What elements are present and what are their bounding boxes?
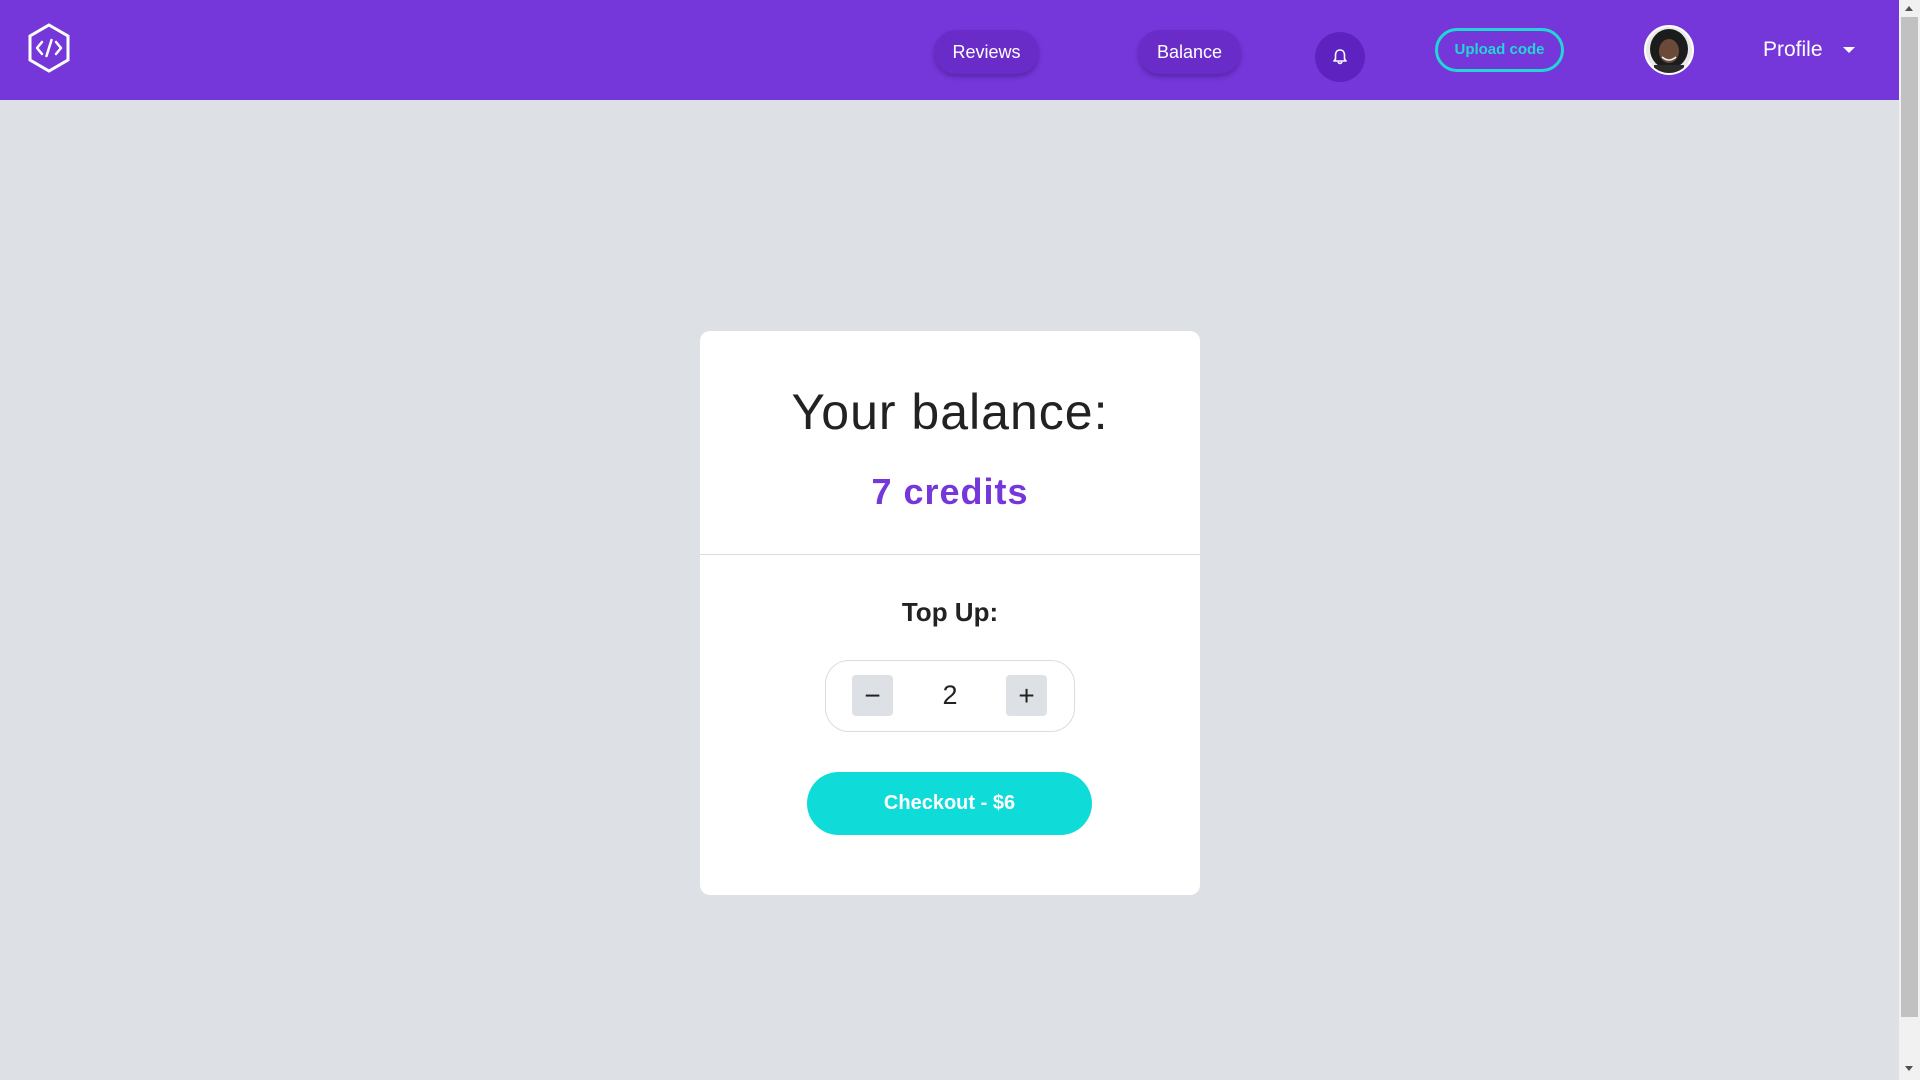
vertical-scrollbar[interactable]: [1899, 0, 1920, 1080]
nav-reviews-button[interactable]: Reviews: [934, 30, 1039, 74]
decrement-button[interactable]: −: [852, 675, 893, 716]
divider: [700, 554, 1200, 555]
topup-label: Top Up:: [901, 597, 999, 627]
upload-code-button[interactable]: Upload code: [1435, 28, 1564, 72]
caret-down-icon: [1842, 47, 1855, 54]
scroll-thumb[interactable]: [1901, 17, 1918, 1017]
code-hexagon-icon[interactable]: [27, 23, 71, 73]
scroll-down-icon[interactable]: [1905, 1066, 1913, 1071]
avatar[interactable]: [1644, 25, 1694, 75]
page: Reviews Balance Upload code Profile Your…: [0, 0, 1899, 1080]
profile-menu[interactable]: Profile: [1763, 35, 1855, 65]
quantity-value[interactable]: 2: [896, 675, 1004, 716]
increment-button[interactable]: +: [1006, 675, 1047, 716]
scroll-up-icon[interactable]: [1905, 6, 1913, 11]
balance-card: Your balance: 7 credits Top Up: − 2 + Ch…: [700, 331, 1200, 895]
notifications-button[interactable]: [1315, 32, 1365, 82]
bell-icon: [1333, 49, 1347, 65]
quantity-stepper: − 2 +: [825, 660, 1075, 732]
balance-amount: 7 credits: [871, 471, 1029, 512]
profile-label: Profile: [1763, 38, 1823, 61]
balance-title: Your balance:: [791, 384, 1109, 440]
nav-balance-button[interactable]: Balance: [1138, 30, 1241, 74]
navbar: Reviews Balance Upload code Profile: [0, 0, 1899, 100]
checkout-button[interactable]: Checkout - $6: [807, 772, 1092, 835]
